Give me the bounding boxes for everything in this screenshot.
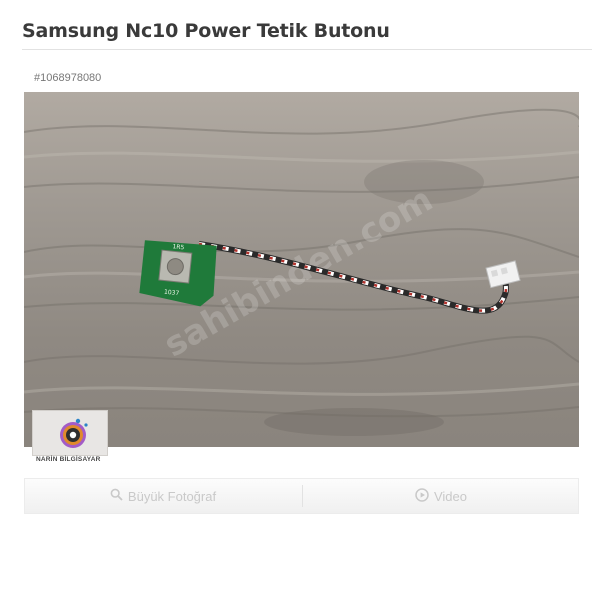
media-tabs: Büyük Fotoğraf Video bbox=[24, 478, 579, 514]
listing-photo-illustration: sahibinden.com 1R5 1037 bbox=[24, 108, 579, 436]
play-circle-icon bbox=[415, 487, 429, 505]
listing-photo[interactable]: sahibinden.com 1R5 1037 bbox=[24, 92, 579, 447]
store-name: NARİN BİLGİSAYAR bbox=[36, 456, 101, 463]
large-photo-button[interactable]: Büyük Fotoğraf bbox=[25, 479, 301, 513]
magnifier-icon bbox=[110, 488, 123, 504]
large-photo-label: Büyük Fotoğraf bbox=[127, 488, 217, 504]
pcb-label-top: 1R5 bbox=[172, 243, 185, 251]
store-logo bbox=[32, 410, 108, 456]
video-button[interactable]: Video bbox=[303, 479, 579, 513]
listing-id: #1068978080 bbox=[34, 72, 102, 84]
video-label: Video bbox=[433, 488, 467, 504]
title-divider bbox=[22, 49, 592, 50]
page-title: Samsung Nc10 Power Tetik Butonu bbox=[22, 20, 390, 42]
camera-lens-logo-icon bbox=[60, 418, 88, 448]
